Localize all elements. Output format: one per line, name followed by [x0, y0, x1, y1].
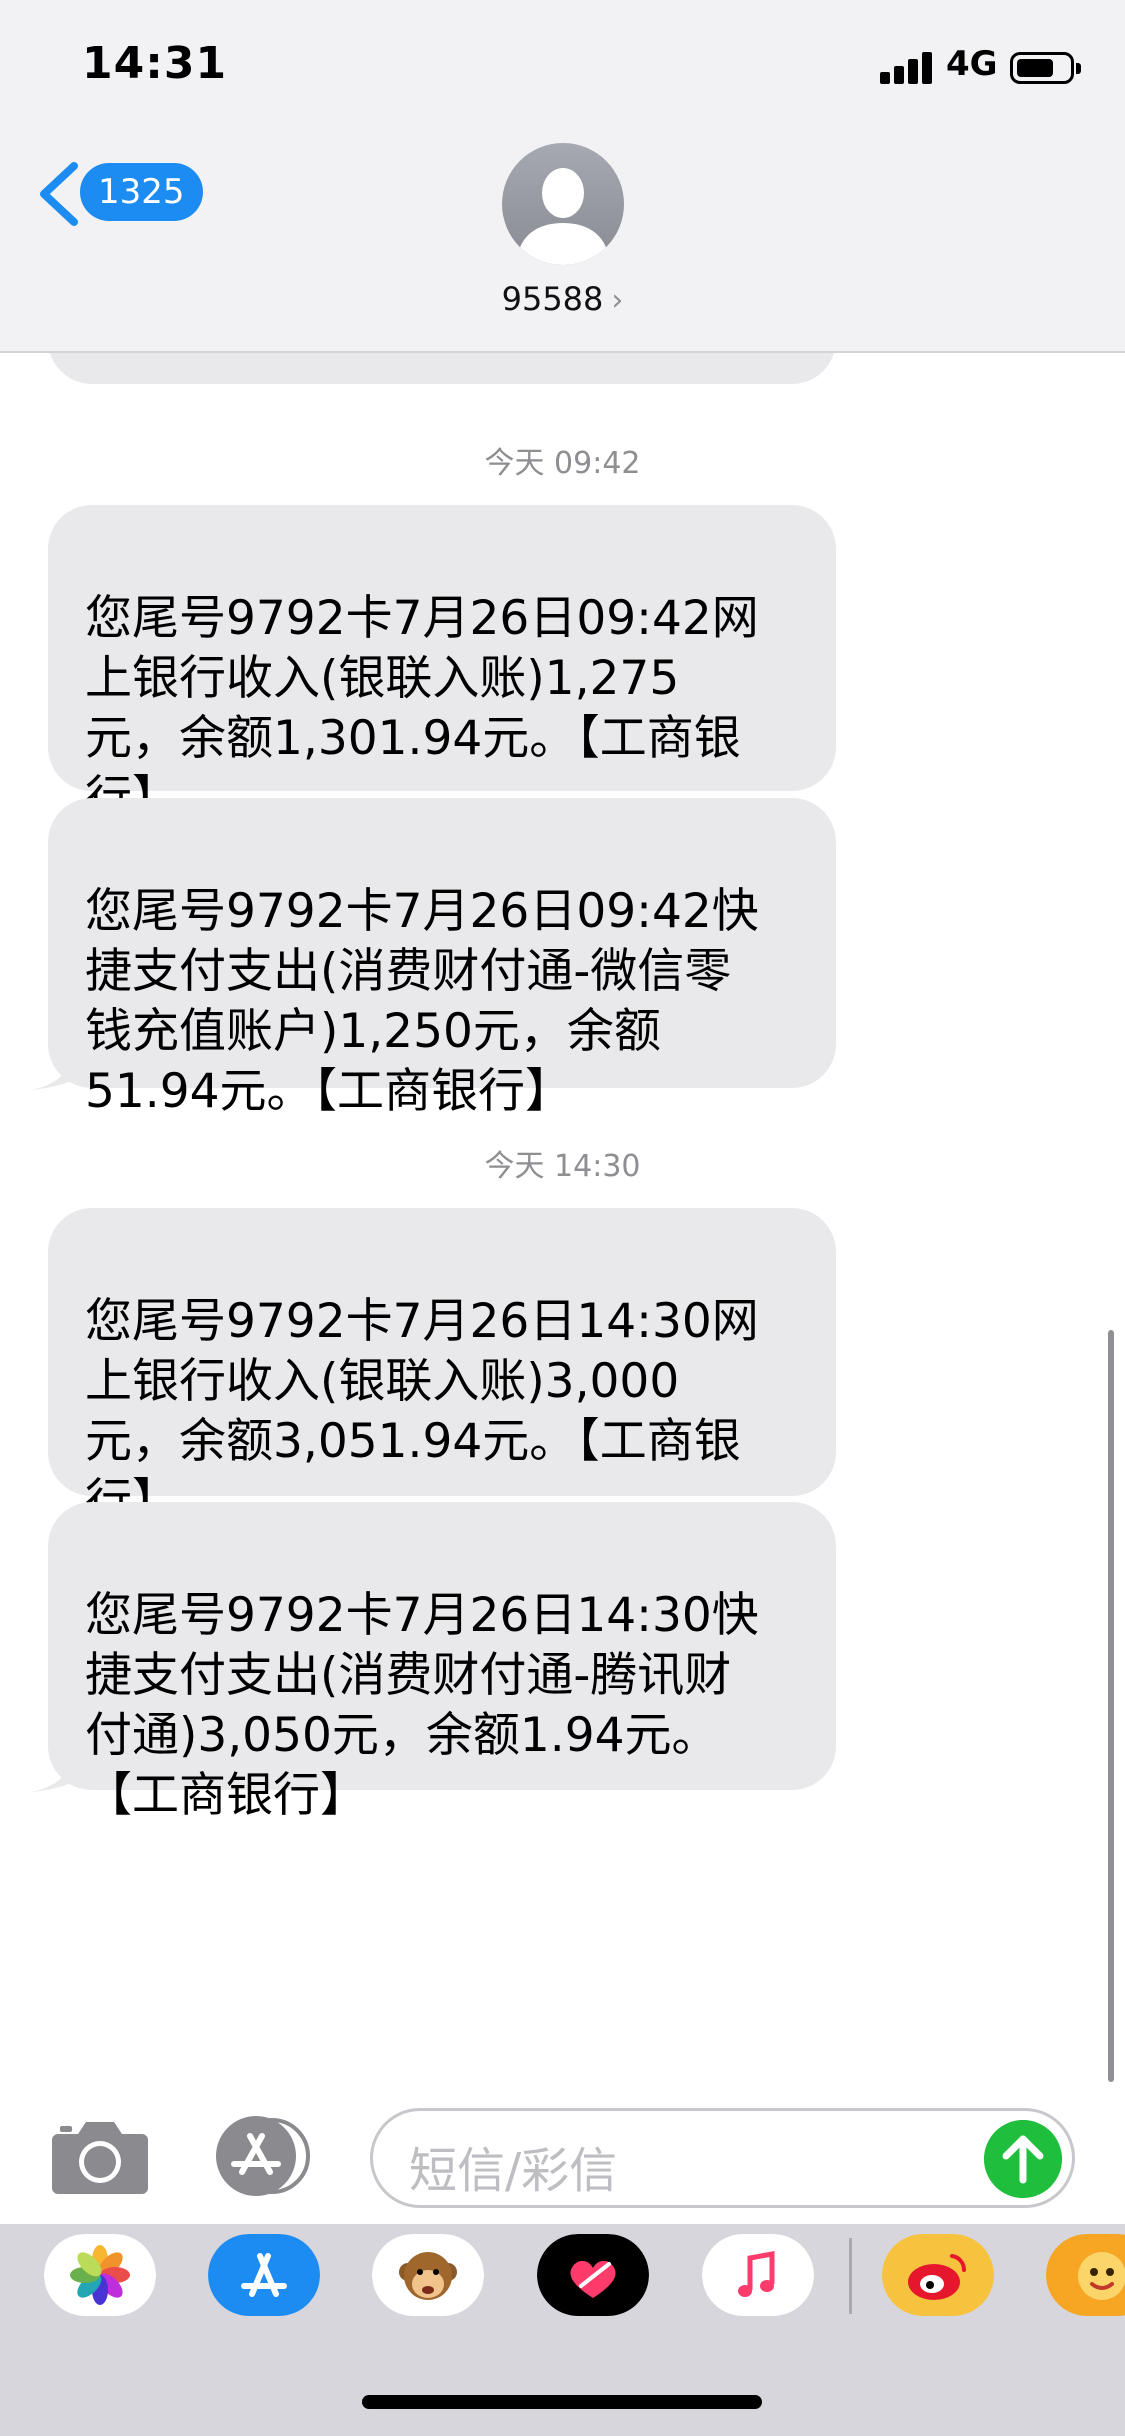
bubble-tail — [32, 1754, 72, 1792]
message-bubble[interactable]: 您尾号9792卡7月26日09:42网 上银行收入(银联入账)1,275 元，余… — [48, 505, 836, 826]
timestamp: 今天 14:30 — [484, 1149, 641, 1184]
scrollbar[interactable] — [1108, 1330, 1114, 2082]
battery-icon — [1010, 52, 1081, 84]
message-input[interactable]: 短信/彩信 — [370, 2108, 1075, 2208]
contact-avatar[interactable] — [502, 143, 624, 265]
weibo-icon[interactable] — [882, 2234, 994, 2316]
message-input-placeholder: 短信/彩信 — [409, 2143, 618, 2199]
sticker-app-icon[interactable] — [1046, 2234, 1125, 2316]
digital-touch-icon[interactable] — [537, 2234, 649, 2316]
chevron-right-icon: › — [611, 283, 624, 318]
message-bubble[interactable]: 您尾号9792卡7月26日14:30网 上银行收入(银联入账)3,000 元，余… — [48, 1208, 836, 1529]
status-time: 14:31 — [82, 38, 228, 89]
app-store-icon[interactable] — [208, 2234, 320, 2316]
bubble-tail — [32, 1052, 72, 1090]
send-button[interactable] — [984, 2120, 1062, 2198]
network-type: 4G — [946, 44, 998, 84]
message-text: 您尾号9792卡7月26日09:42网 上银行收入(银联入账)1,275 元，余… — [85, 591, 759, 826]
message-text: 您尾号9792卡7月26日14:30网 上银行收入(银联入账)3,000 元，余… — [85, 1294, 759, 1529]
home-indicator[interactable] — [362, 2395, 762, 2409]
photos-app-icon[interactable] — [44, 2234, 156, 2316]
person-icon — [516, 168, 610, 265]
back-unread-badge[interactable]: 1325 — [80, 163, 203, 221]
animoji-icon[interactable] — [372, 2234, 484, 2316]
message-text: 您尾号9792卡7月26日14:30快 捷支付支出(消费财付通-腾讯财 付通)3… — [85, 1588, 759, 1823]
message-text: 您尾号9792卡7月26日09:42快 捷支付支出(消费财付通-微信零 钱充值账… — [85, 884, 759, 1119]
music-icon[interactable] — [702, 2234, 814, 2316]
message-bubble[interactable]: 您尾号9792卡7月26日14:30快 捷支付支出(消费财付通-腾讯财 付通)3… — [32, 1502, 836, 1823]
timestamp: 今天 09:42 — [484, 446, 641, 481]
app-drawer-divider — [849, 2238, 852, 2314]
app-store-icon[interactable] — [210, 2114, 318, 2198]
contact-name[interactable]: 95588 › — [0, 280, 1125, 318]
navigation-header: 14:31 4G 1325 95588 › — [0, 0, 1125, 353]
signal-icon — [880, 52, 934, 84]
camera-icon[interactable] — [50, 2116, 150, 2196]
message-bubble[interactable]: 您尾号9792卡7月26日09:42快 捷支付支出(消费财付通-微信零 钱充值账… — [32, 798, 836, 1119]
